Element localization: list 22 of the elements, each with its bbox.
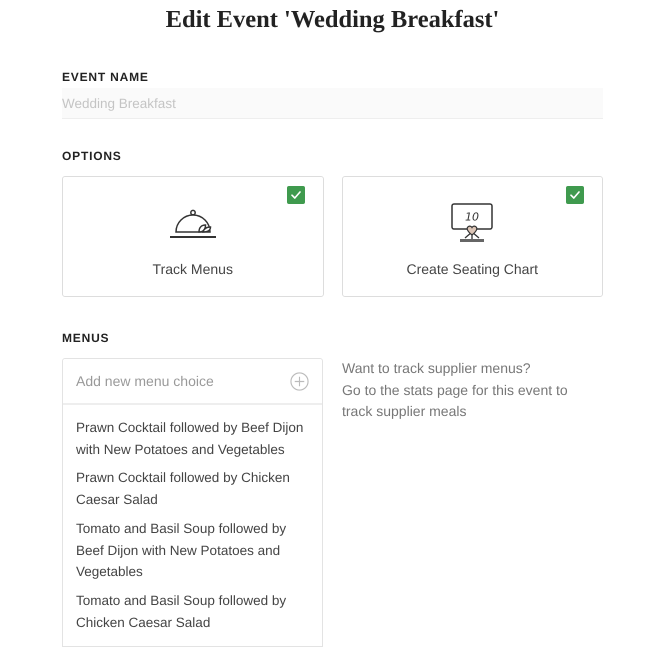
help-text: Want to track supplier menus? xyxy=(342,359,532,378)
section-label: EVENT NAME xyxy=(62,69,150,85)
checkbox[interactable] xyxy=(566,186,584,204)
menu-item: Prawn Cocktail followed by Chicken Caesar Salad xyxy=(76,469,291,510)
menu-item: Prawn Cocktail followed by Beef Dijon with New Potatoes and Vegetables xyxy=(76,419,304,459)
section-label: MENUS xyxy=(62,330,110,346)
menu-item: Tomato and Basil Soup followed by Chicken Caesar Salad xyxy=(76,592,288,632)
help-text: Go to the stats page for this event to track supplier meals xyxy=(342,380,569,421)
option-label: Track Menus xyxy=(152,260,233,279)
menu-item: Tomato and Basil Soup followed by Beef Dijon with New Potatoes and Vegetables xyxy=(76,520,288,582)
table-sign-icon xyxy=(452,203,493,242)
checkbox[interactable] xyxy=(286,186,304,204)
page-title: Edit Event 'Wedding Breakfast' xyxy=(164,5,500,35)
option-label: Create Seating Chart xyxy=(406,260,538,279)
option-card[interactable]: 10 Create Seating Chart xyxy=(342,176,603,297)
add-icon[interactable] xyxy=(290,372,309,390)
check-icon xyxy=(570,191,580,199)
section-label: OPTIONS xyxy=(62,148,123,164)
check-icon xyxy=(290,191,300,199)
table-number: 10 xyxy=(465,210,480,224)
option-card[interactable]: Track Menus xyxy=(62,176,324,297)
menu-choice-field[interactable]: Add new menu choice xyxy=(76,370,290,392)
